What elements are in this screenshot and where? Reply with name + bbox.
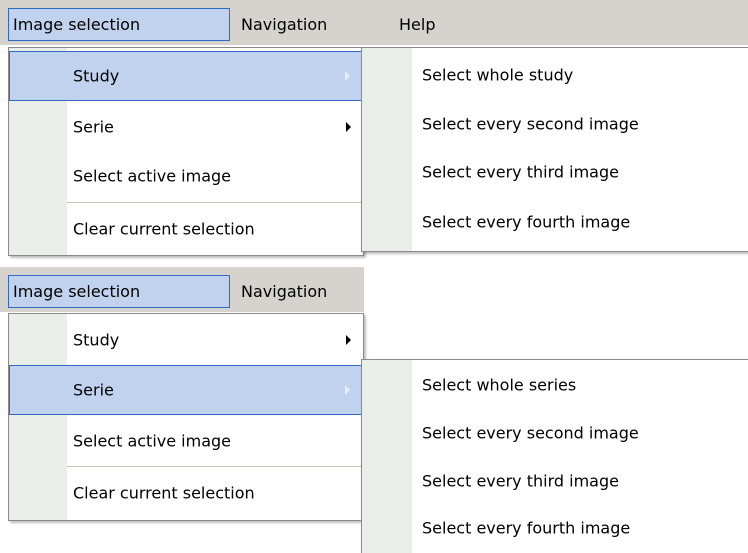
menu-item-select-active-image[interactable]: Select active image <box>9 151 363 201</box>
menu-item-study[interactable]: Study <box>9 51 363 101</box>
menu-item-label: Clear current selection <box>73 483 255 503</box>
menu-image-selection[interactable]: Image selection <box>8 275 230 308</box>
image-selection-dropdown-top: Study Serie Select active image Clear cu… <box>8 47 364 256</box>
chevron-right-icon <box>346 122 351 132</box>
menubar-top: Image selection Navigation Help <box>0 0 748 45</box>
submenu-item-label: Select every second image <box>422 423 639 443</box>
submenu-item-select-whole-series[interactable]: Select whole series <box>362 362 748 408</box>
submenu-item-select-every-third-image[interactable]: Select every third image <box>362 148 748 196</box>
chevron-right-icon <box>345 385 350 395</box>
submenu-item-select-every-second-image[interactable]: Select every second image <box>362 408 748 458</box>
menu-item-label: Study <box>73 66 120 86</box>
submenu-item-label: Select every fourth image <box>422 518 631 538</box>
chevron-right-icon <box>345 71 350 81</box>
menu-item-label: Select active image <box>73 431 231 451</box>
menu-separator <box>67 202 363 203</box>
menu-item-serie[interactable]: Serie <box>9 103 363 151</box>
menu-item-clear-current-selection[interactable]: Clear current selection <box>9 205 363 253</box>
submenu-item-label: Select every fourth image <box>422 212 631 232</box>
serie-submenu: Select whole series Select every second … <box>361 359 748 553</box>
menu-item-serie[interactable]: Serie <box>9 365 363 415</box>
menu-item-label: Clear current selection <box>73 219 255 239</box>
submenu-item-select-whole-study[interactable]: Select whole study <box>362 50 748 100</box>
menu-separator <box>67 466 363 467</box>
menu-item-study[interactable]: Study <box>9 316 363 364</box>
menu-item-label: Select active image <box>73 166 231 186</box>
submenu-item-select-every-second-image[interactable]: Select every second image <box>362 100 748 148</box>
chevron-right-icon <box>346 335 351 345</box>
study-submenu: Select whole study Select every second i… <box>361 47 748 252</box>
menu-item-label: Study <box>73 330 120 350</box>
submenu-item-label: Select every second image <box>422 114 639 134</box>
submenu-item-select-every-third-image[interactable]: Select every third image <box>362 458 748 504</box>
submenu-item-label: Select whole study <box>422 65 574 85</box>
image-selection-dropdown-bottom: Study Serie Select active image Clear cu… <box>8 313 364 521</box>
submenu-item-select-every-fourth-image[interactable]: Select every fourth image <box>362 196 748 248</box>
menubar-bottom: Image selection Navigation <box>0 267 364 312</box>
submenu-item-select-every-fourth-image[interactable]: Select every fourth image <box>362 504 748 552</box>
submenu-item-label: Select every third image <box>422 471 619 491</box>
menu-item-label: Serie <box>73 117 114 137</box>
menu-item-label: Serie <box>73 380 114 400</box>
menu-navigation[interactable]: Navigation <box>237 8 357 41</box>
menu-navigation[interactable]: Navigation <box>237 275 357 308</box>
menu-item-select-active-image[interactable]: Select active image <box>9 416 363 466</box>
menu-image-selection[interactable]: Image selection <box>8 8 230 41</box>
menu-item-clear-current-selection[interactable]: Clear current selection <box>9 468 363 518</box>
submenu-item-label: Select whole series <box>422 375 577 395</box>
submenu-item-label: Select every third image <box>422 162 619 182</box>
menu-help[interactable]: Help <box>395 8 455 41</box>
